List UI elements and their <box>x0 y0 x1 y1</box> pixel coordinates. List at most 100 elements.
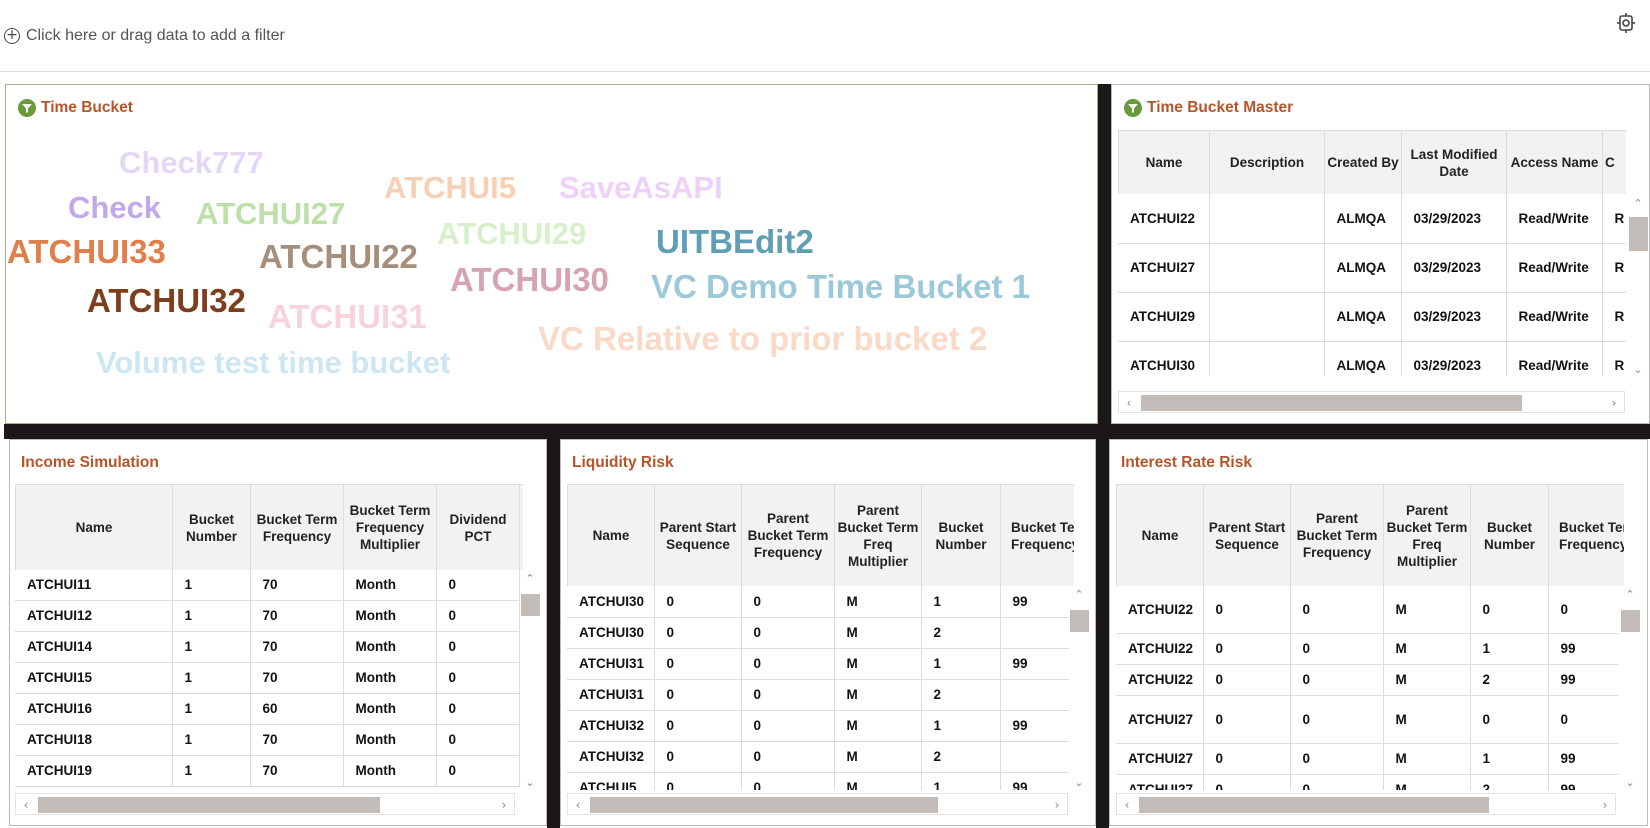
scrollbar-thumb[interactable] <box>38 797 380 813</box>
column-header[interactable]: Parent Bucket Term Frequency <box>741 484 835 586</box>
word-cloud-item[interactable]: ATCHUI5 <box>384 172 516 203</box>
scroll-up-icon[interactable]: ⌃ <box>1628 197 1648 211</box>
word-cloud-item[interactable]: ATCHUI31 <box>268 300 427 333</box>
settings-gear-icon[interactable] <box>1616 13 1636 33</box>
scrollbar-thumb[interactable] <box>1070 610 1089 632</box>
word-cloud-item[interactable]: ATCHUI32 <box>87 284 246 317</box>
scroll-left-icon[interactable]: ‹ <box>1121 393 1137 413</box>
scroll-right-icon[interactable]: › <box>496 795 512 815</box>
column-header[interactable]: Bucket Term Frequency <box>1000 484 1074 586</box>
column-header[interactable]: C <box>1602 130 1626 194</box>
scroll-right-icon[interactable]: › <box>1597 795 1613 815</box>
filter-bar: + Click here or drag data to add a filte… <box>0 0 1650 72</box>
scroll-left-icon[interactable]: ‹ <box>570 795 586 815</box>
scroll-up-icon[interactable]: ⌃ <box>1620 588 1640 602</box>
table-row[interactable]: ATCHUI27 0 0 M 2 99 <box>1116 774 1619 790</box>
table-row[interactable]: ATCHUI29 ALMQA03/29/2023Read/WriteR P <box>1118 292 1626 342</box>
vertical-scrollbar[interactable]: ⌃ ⌄ <box>1069 588 1089 790</box>
scrollbar-thumb[interactable] <box>1141 395 1522 411</box>
scrollbar-thumb[interactable] <box>521 594 540 616</box>
column-header[interactable]: Dividend PCT <box>436 484 520 570</box>
column-header[interactable]: Parent Bucket Term Freq Multiplier <box>1383 484 1471 586</box>
column-header[interactable]: Access Name <box>1506 130 1603 194</box>
table-row[interactable]: ATCHUI18 1 70 Month 0 <box>15 724 520 756</box>
column-header[interactable]: Parent Start Sequence <box>1203 484 1291 586</box>
column-header[interactable]: Name <box>1116 484 1204 586</box>
table-cell: 99 <box>1548 743 1619 775</box>
scroll-down-icon[interactable]: ⌄ <box>1628 363 1648 377</box>
table-row[interactable]: ATCHUI31 0 0 M 1 99 <box>567 648 1069 680</box>
table-row[interactable]: ATCHUI30 0 0 M 1 99 <box>567 586 1069 618</box>
column-header[interactable]: Created By <box>1324 130 1402 194</box>
word-cloud-item[interactable]: SaveAsAPI <box>559 172 723 203</box>
horizontal-scrollbar[interactable]: ‹ › <box>567 793 1068 815</box>
word-cloud-item[interactable]: VC Relative to prior bucket 2 <box>538 322 987 355</box>
scroll-right-icon[interactable]: › <box>1049 795 1065 815</box>
column-header[interactable]: Description <box>1209 130 1325 194</box>
scroll-up-icon[interactable]: ⌃ <box>1069 588 1089 602</box>
word-cloud-item[interactable]: ATCHUI33 <box>7 235 166 268</box>
column-header[interactable]: Name <box>1118 130 1210 194</box>
horizontal-scrollbar[interactable]: ‹ › <box>1116 793 1616 815</box>
horizontal-scrollbar[interactable]: ‹ › <box>1118 391 1625 413</box>
word-cloud-item[interactable]: ATCHUI30 <box>450 263 609 296</box>
table-row[interactable]: ATCHUI22 0 0 M 0 0 <box>1116 586 1619 634</box>
word-cloud-item[interactable]: ATCHUI27 <box>196 198 345 229</box>
table-row[interactable]: ATCHUI32 0 0 M 2 <box>567 741 1069 773</box>
scroll-down-icon[interactable]: ⌄ <box>520 776 540 790</box>
column-header[interactable]: Bucket Number <box>1470 484 1549 586</box>
column-header[interactable]: Name <box>15 484 173 570</box>
column-header[interactable]: Parent Bucket Term Frequency <box>1290 484 1384 586</box>
table-row[interactable]: ATCHUI15 1 70 Month 0 <box>15 662 520 694</box>
table-row[interactable]: ATCHUI22 ALMQA03/29/2023Read/WriteR P <box>1118 194 1626 244</box>
table-row[interactable]: ATCHUI16 1 60 Month 0 <box>15 693 520 725</box>
scrollbar-thumb[interactable] <box>1621 610 1640 632</box>
column-header[interactable]: Last Modified Date <box>1401 130 1507 194</box>
word-cloud-item[interactable]: Check <box>68 192 161 223</box>
filter-funnel-icon[interactable] <box>18 99 36 117</box>
table-row[interactable]: ATCHUI32 0 0 M 1 99 <box>567 710 1069 742</box>
filter-funnel-icon[interactable] <box>1124 99 1142 117</box>
vertical-scrollbar[interactable]: ⌃ ⌄ <box>1628 197 1648 377</box>
word-cloud-item[interactable]: Volume test time bucket <box>96 347 450 378</box>
scroll-down-icon[interactable]: ⌄ <box>1069 776 1089 790</box>
scrollbar-thumb[interactable] <box>1139 797 1489 813</box>
column-header[interactable]: Parent Bucket Term Freq Multiplier <box>834 484 922 586</box>
column-header[interactable]: Bucket Term Frequency <box>1548 484 1624 586</box>
column-header[interactable]: Bucket Term Frequency <box>250 484 344 570</box>
table-row[interactable]: ATCHUI30 0 0 M 2 <box>567 617 1069 649</box>
table-row[interactable]: ATCHUI11 1 70 Month 0 <box>15 570 520 601</box>
word-cloud-item[interactable]: Check777 <box>119 147 264 178</box>
table-row[interactable]: ATCHUI22 0 0 M 1 99 <box>1116 633 1619 665</box>
table-row[interactable]: ATCHUI19 1 70 Month 0 <box>15 755 520 787</box>
table-row[interactable]: ATCHUI31 0 0 M 2 <box>567 679 1069 711</box>
word-cloud-item[interactable]: ATCHUI29 <box>437 218 586 249</box>
word-cloud-item[interactable]: VC Demo Time Bucket 1 <box>651 270 1030 303</box>
horizontal-scrollbar[interactable]: ‹ › <box>15 793 515 815</box>
table-row[interactable]: ATCHUI12 1 70 Month 0 <box>15 600 520 632</box>
scrollbar-thumb[interactable] <box>1629 217 1648 251</box>
column-header[interactable]: Bucket Term Frequency Multiplier <box>343 484 437 570</box>
column-header[interactable]: Bucket Number <box>921 484 1001 586</box>
word-cloud-item[interactable]: ATCHUI22 <box>259 240 418 273</box>
table-row[interactable]: ATCHUI14 1 70 Month 0 <box>15 631 520 663</box>
table-row[interactable]: ATCHUI27 ALMQA03/29/2023Read/WriteR P <box>1118 243 1626 293</box>
scroll-left-icon[interactable]: ‹ <box>18 795 34 815</box>
column-header[interactable]: Bucket Number <box>172 484 251 570</box>
scroll-left-icon[interactable]: ‹ <box>1119 795 1135 815</box>
scroll-up-icon[interactable]: ⌃ <box>520 572 540 586</box>
column-header[interactable]: Name <box>567 484 655 586</box>
scroll-right-icon[interactable]: › <box>1606 393 1622 413</box>
scroll-down-icon[interactable]: ⌄ <box>1620 776 1640 790</box>
table-row[interactable]: ATCHUI30 ALMQA03/29/2023Read/WriteR P <box>1118 341 1626 376</box>
vertical-scrollbar[interactable]: ⌃ ⌄ <box>520 572 540 790</box>
table-row[interactable]: ATCHUI22 0 0 M 2 99 <box>1116 664 1619 696</box>
scrollbar-thumb[interactable] <box>590 797 938 813</box>
word-cloud-item[interactable]: UITBEdit2 <box>656 225 814 258</box>
table-row[interactable]: ATCHUI5 0 0 M 1 99 <box>567 772 1069 790</box>
table-row[interactable]: ATCHUI27 0 0 M 0 0 <box>1116 695 1619 744</box>
column-header[interactable]: Parent Start Sequence <box>654 484 742 586</box>
table-row[interactable]: ATCHUI27 0 0 M 1 99 <box>1116 743 1619 775</box>
add-filter-button[interactable]: + Click here or drag data to add a filte… <box>4 27 285 45</box>
vertical-scrollbar[interactable]: ⌃ ⌄ <box>1620 588 1640 790</box>
